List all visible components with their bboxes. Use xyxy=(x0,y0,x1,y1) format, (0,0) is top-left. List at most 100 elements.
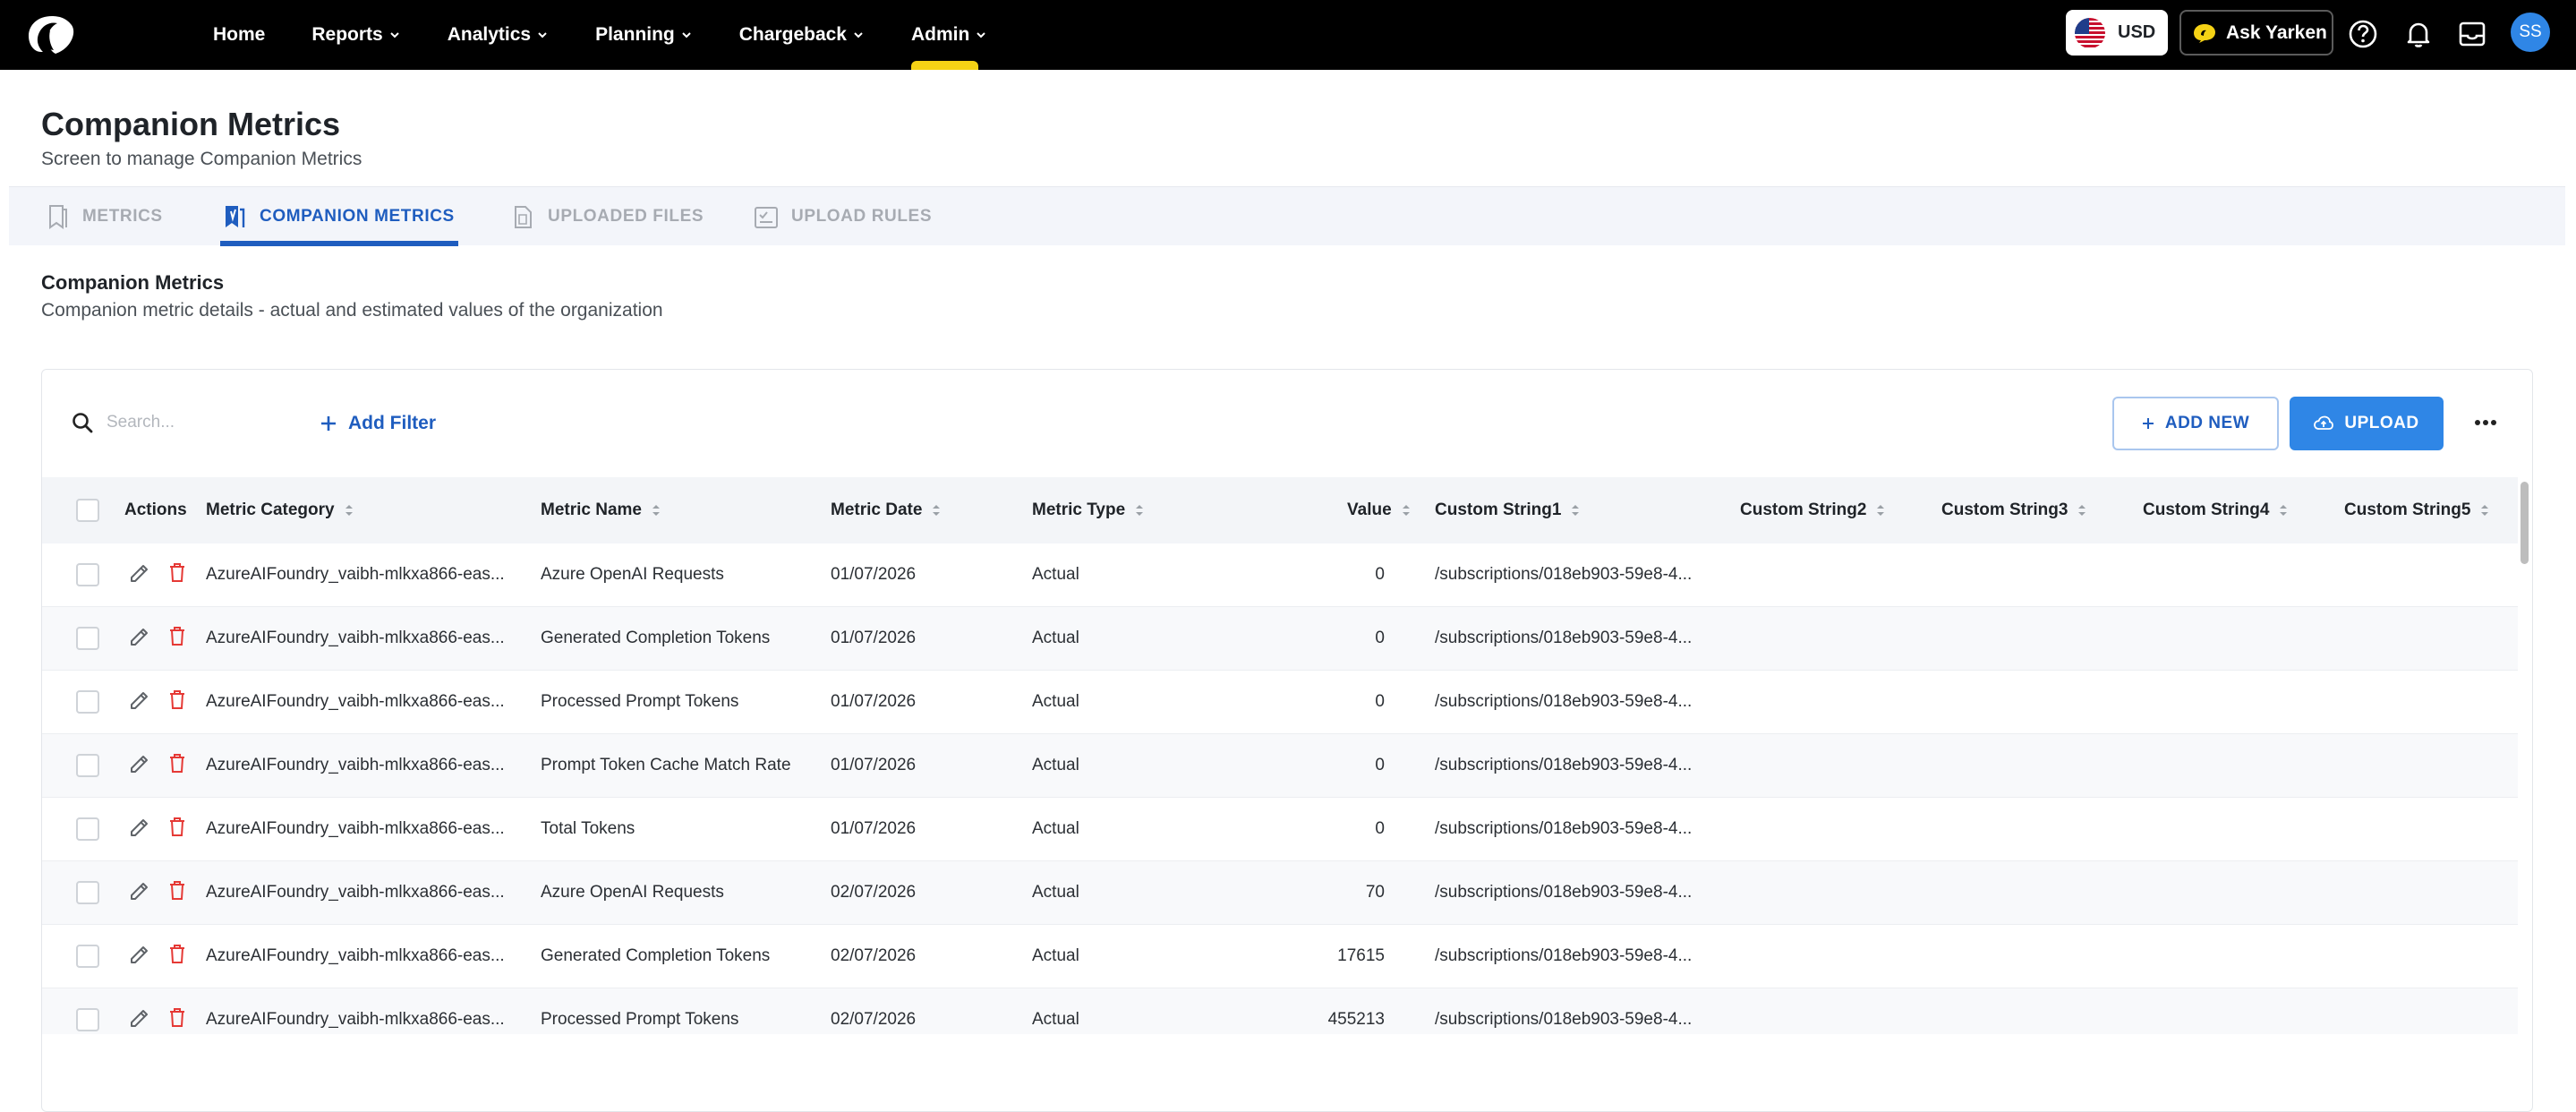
cell-custom-string1: /subscriptions/018eb903-59e8-4... xyxy=(1435,565,1693,584)
col-metric-date-label: Metric Date xyxy=(831,500,923,519)
delete-icon[interactable] xyxy=(166,815,189,838)
nav-analytics-label: Analytics xyxy=(447,24,532,45)
sort-icon xyxy=(1402,505,1410,516)
cell-metric-name: Azure OpenAI Requests xyxy=(541,883,724,902)
cell-value: 0 xyxy=(1375,629,1385,647)
help-icon[interactable] xyxy=(2347,18,2379,50)
col-custom-string4[interactable]: Custom String4 xyxy=(2143,477,2289,543)
cell-value: 455213 xyxy=(1327,1010,1385,1029)
chevron-down-icon xyxy=(390,32,399,38)
cell-custom-string1: /subscriptions/018eb903-59e8-4... xyxy=(1435,1010,1693,1029)
nav-home[interactable]: Home xyxy=(213,0,265,70)
page-subtitle: Screen to manage Companion Metrics xyxy=(41,149,363,169)
cell-metric-category: AzureAIFoundry_vaibh-mlkxa866-eas... xyxy=(206,819,505,838)
row-checkbox[interactable] xyxy=(76,1008,99,1031)
sort-icon xyxy=(345,505,353,516)
row-checkbox[interactable] xyxy=(76,627,99,650)
delete-icon[interactable] xyxy=(166,751,189,774)
edit-icon[interactable] xyxy=(128,561,151,585)
edit-icon[interactable] xyxy=(128,625,151,648)
sort-icon xyxy=(2078,505,2086,516)
cell-metric-date: 01/07/2026 xyxy=(831,629,917,647)
yarken-chat-icon xyxy=(2194,23,2215,43)
col-metric-date[interactable]: Metric Date xyxy=(831,477,942,543)
us-flag-icon xyxy=(2075,17,2105,48)
nav-reports[interactable]: Reports xyxy=(311,0,400,70)
vertical-scrollbar[interactable] xyxy=(2521,482,2529,564)
row-checkbox[interactable] xyxy=(76,754,99,777)
edit-icon[interactable] xyxy=(128,689,151,712)
row-checkbox[interactable] xyxy=(76,817,99,841)
upload-label: UPLOAD xyxy=(2344,414,2419,432)
search-input[interactable] xyxy=(107,407,303,438)
cell-metric-date: 01/07/2026 xyxy=(831,819,917,838)
table-row: AzureAIFoundry_vaibh-mlkxa866-eas... Pro… xyxy=(42,671,2518,734)
nav-home-label: Home xyxy=(213,24,266,45)
col-custom-string5[interactable]: Custom String5 xyxy=(2344,477,2490,543)
col-metric-type[interactable]: Metric Type xyxy=(1032,477,1145,543)
cell-custom-string1: /subscriptions/018eb903-59e8-4... xyxy=(1435,819,1693,838)
col-value[interactable]: Value xyxy=(1347,477,1412,543)
cell-metric-type: Actual xyxy=(1032,565,1079,584)
nav-chargeback-label: Chargeback xyxy=(738,24,847,45)
cell-custom-string1: /subscriptions/018eb903-59e8-4... xyxy=(1435,692,1693,711)
tab-companion-metrics[interactable]: COMPANION METRICS xyxy=(220,187,458,246)
yarken-logo[interactable] xyxy=(25,13,81,56)
edit-icon[interactable] xyxy=(128,879,151,902)
delete-icon[interactable] xyxy=(166,560,189,584)
nav-planning[interactable]: Planning xyxy=(595,0,693,70)
chevron-down-icon xyxy=(682,32,691,38)
companion-metrics-icon xyxy=(226,206,245,227)
edit-icon[interactable] xyxy=(128,943,151,966)
more-options-icon[interactable] xyxy=(2469,409,2502,436)
bell-icon[interactable] xyxy=(2402,18,2435,50)
cell-metric-name: Generated Completion Tokens xyxy=(541,629,771,647)
table-row: AzureAIFoundry_vaibh-mlkxa866-eas... Pro… xyxy=(42,988,2518,1034)
table-row: AzureAIFoundry_vaibh-mlkxa866-eas... Azu… xyxy=(42,861,2518,925)
col-value-label: Value xyxy=(1347,500,1392,519)
nav-chargeback[interactable]: Chargeback xyxy=(739,0,865,70)
col-custom-string3-label: Custom String3 xyxy=(1941,500,2068,519)
table-row: AzureAIFoundry_vaibh-mlkxa866-eas... Azu… xyxy=(42,543,2518,607)
tab-uploaded-files[interactable]: UPLOADED FILES xyxy=(508,187,704,246)
cell-metric-name: Processed Prompt Tokens xyxy=(541,692,739,711)
select-all-checkbox[interactable] xyxy=(76,499,99,522)
user-avatar[interactable]: SS xyxy=(2511,13,2550,52)
ask-yarken-button[interactable]: Ask Yarken xyxy=(2179,10,2333,56)
row-checkbox[interactable] xyxy=(76,945,99,968)
delete-icon[interactable] xyxy=(166,624,189,647)
delete-icon[interactable] xyxy=(166,1005,189,1029)
delete-icon[interactable] xyxy=(166,688,189,711)
edit-icon[interactable] xyxy=(128,1006,151,1030)
add-filter-button[interactable]: Add Filter xyxy=(320,407,436,440)
tab-metrics[interactable]: METRICS xyxy=(43,187,163,246)
tab-upload-rules[interactable]: UPLOAD RULES xyxy=(752,187,932,246)
currency-selector[interactable]: USD xyxy=(2066,10,2168,56)
edit-icon[interactable] xyxy=(128,816,151,839)
section-description: Companion metric details - actual and es… xyxy=(41,300,663,321)
col-custom-string2[interactable]: Custom String2 xyxy=(1740,477,1886,543)
col-metric-name[interactable]: Metric Name xyxy=(541,477,661,543)
inbox-icon[interactable] xyxy=(2456,18,2488,50)
upload-button[interactable]: UPLOAD xyxy=(2290,397,2444,450)
nav-admin[interactable]: Admin xyxy=(910,0,987,70)
cell-metric-name: Total Tokens xyxy=(541,819,635,838)
delete-icon[interactable] xyxy=(166,878,189,902)
cell-metric-type: Actual xyxy=(1032,946,1079,965)
row-checkbox[interactable] xyxy=(76,881,99,904)
col-custom-string1[interactable]: Custom String1 xyxy=(1435,477,1581,543)
nav-analytics[interactable]: Analytics xyxy=(448,0,549,70)
row-checkbox[interactable] xyxy=(76,690,99,714)
sort-icon xyxy=(2481,505,2489,516)
col-custom-string3[interactable]: Custom String3 xyxy=(1941,477,2087,543)
cell-metric-name: Azure OpenAI Requests xyxy=(541,565,724,584)
row-checkbox[interactable] xyxy=(76,563,99,586)
chevron-down-icon xyxy=(538,32,547,38)
cell-metric-category: AzureAIFoundry_vaibh-mlkxa866-eas... xyxy=(206,692,505,711)
delete-icon[interactable] xyxy=(166,942,189,965)
cell-value: 0 xyxy=(1375,565,1385,584)
edit-icon[interactable] xyxy=(128,752,151,775)
add-new-button[interactable]: ADD NEW xyxy=(2112,397,2279,450)
plus-icon xyxy=(321,416,336,431)
col-metric-category[interactable]: Metric Category xyxy=(206,477,354,543)
